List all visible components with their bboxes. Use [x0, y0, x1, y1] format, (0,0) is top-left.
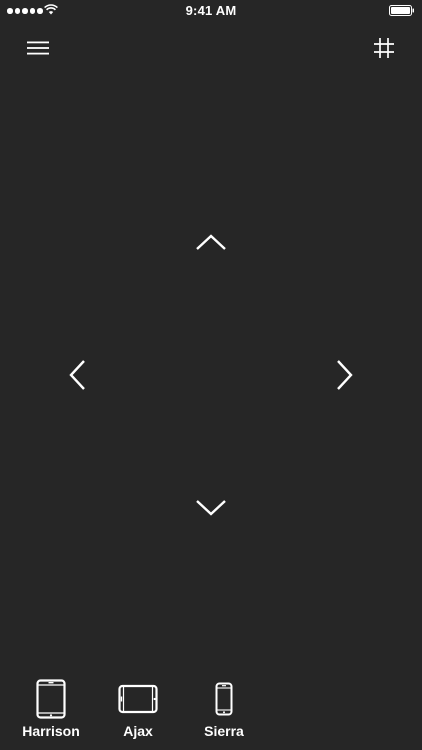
phone-icon [215, 682, 233, 716]
right-button[interactable] [323, 353, 367, 397]
device-icon-wrap [36, 676, 66, 722]
device-icon-wrap [118, 676, 158, 722]
device-ajax[interactable]: Ajax [106, 676, 170, 739]
chevron-down-icon [196, 500, 226, 516]
device-label-harrison: Harrison [22, 723, 80, 739]
chevron-right-icon [337, 360, 353, 390]
menu-button[interactable] [20, 33, 56, 63]
device-label-sierra: Sierra [204, 723, 244, 739]
device-label-ajax: Ajax [123, 723, 153, 739]
hash-grid-icon [374, 38, 394, 58]
tablet-landscape-icon [118, 684, 158, 714]
down-button[interactable] [189, 486, 233, 530]
device-icon-wrap [215, 676, 233, 722]
device-sierra[interactable]: Sierra [196, 676, 252, 739]
chevron-left-icon [69, 360, 85, 390]
status-time: 9:41 AM [185, 3, 237, 18]
battery-icon [389, 5, 414, 16]
up-button[interactable] [189, 220, 233, 264]
chevron-up-icon [196, 234, 226, 250]
tablet-portrait-icon [36, 679, 66, 719]
device-bar: Harrison Ajax Sierra [0, 676, 422, 750]
grid-button[interactable] [366, 33, 402, 63]
status-bar: 9:41 AM [0, 0, 422, 22]
device-harrison[interactable]: Harrison [18, 676, 84, 739]
hamburger-menu-icon [27, 41, 49, 55]
left-button[interactable] [55, 353, 99, 397]
